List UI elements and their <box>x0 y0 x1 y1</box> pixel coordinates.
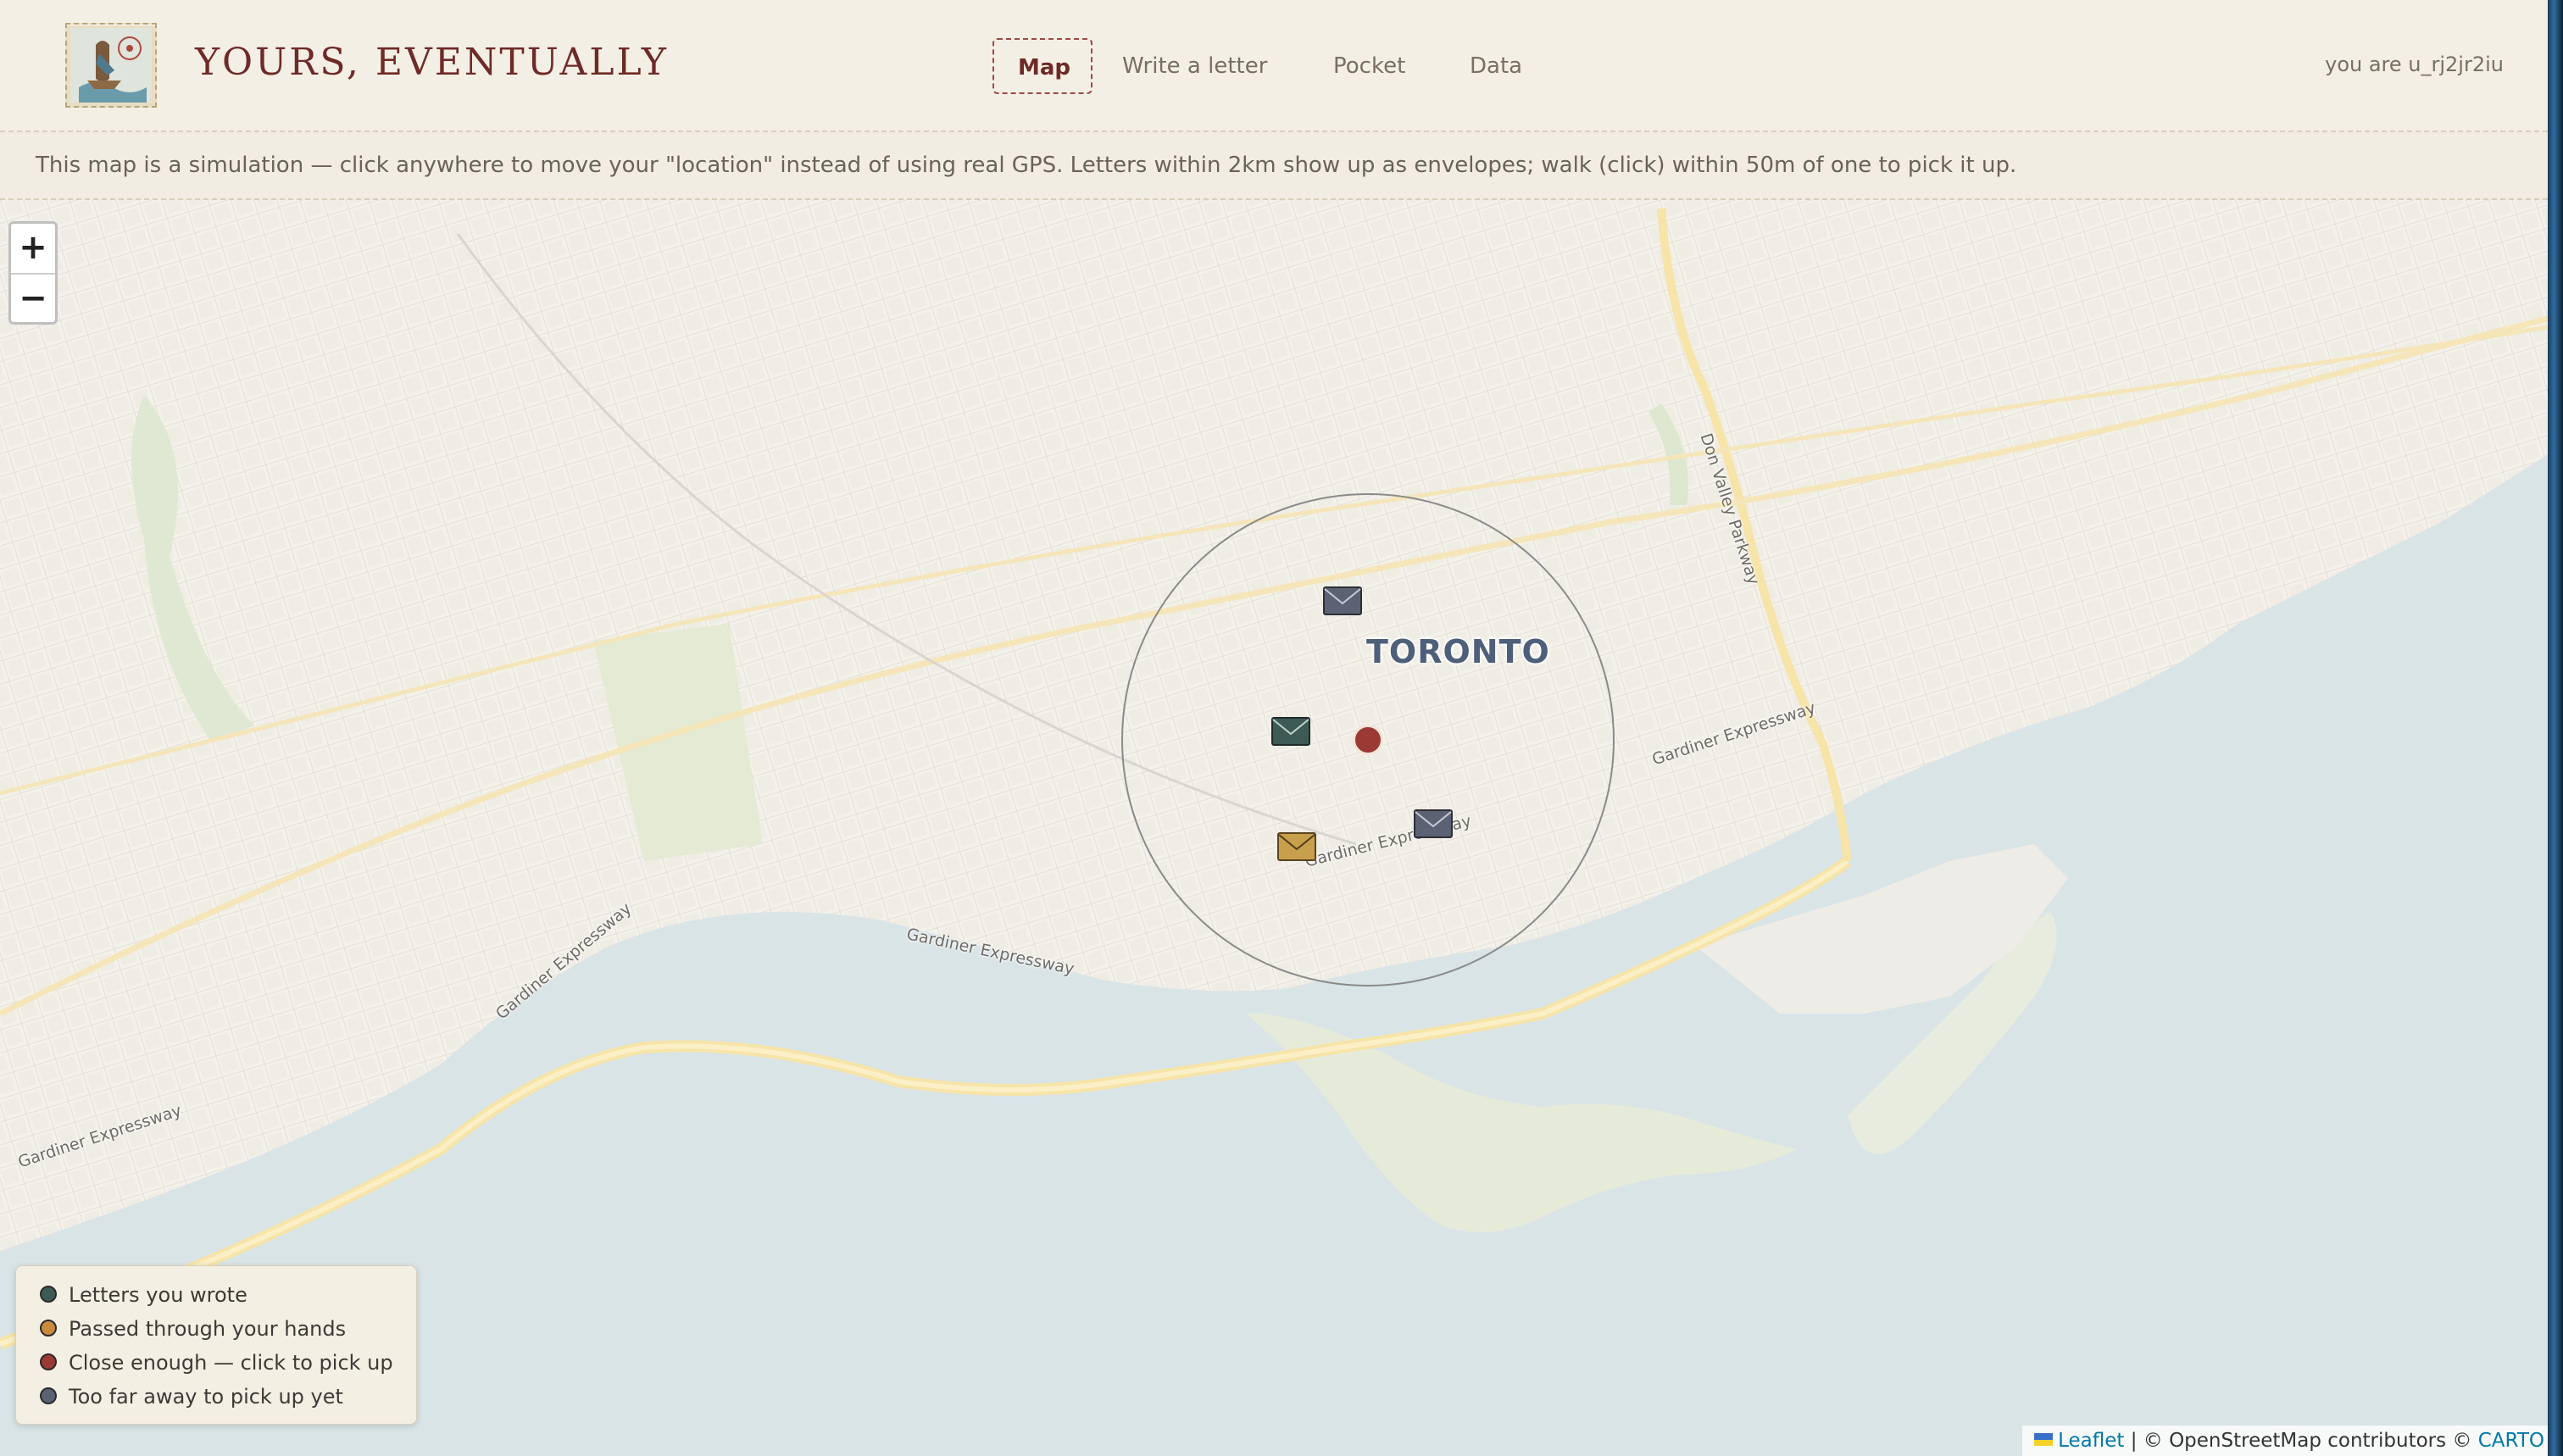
map-attribution: Leaflet | © OpenStreetMap contributors ©… <box>2022 1425 2548 1456</box>
zoom-in-button[interactable]: + <box>11 224 55 275</box>
legend-item-yours: Letters you wrote <box>40 1278 247 1312</box>
legend-dot-icon <box>40 1387 57 1404</box>
legend-item-close-enough: Close enough — click to pick up <box>40 1346 393 1380</box>
nav-tab-write-letter[interactable]: Write a letter <box>1122 38 1267 94</box>
letter-envelope-passed[interactable] <box>1277 832 1316 861</box>
simulation-notice-text: This map is a simulation — click anywher… <box>36 153 2017 178</box>
current-location-marker <box>1353 725 1383 755</box>
legend-label: Passed through your hands <box>69 1317 347 1341</box>
legend-label: Close enough — click to pick up <box>69 1351 393 1375</box>
legend-label: Letters you wrote <box>69 1283 247 1307</box>
letter-envelope-yours[interactable] <box>1271 717 1310 746</box>
attribution-separator: | <box>2130 1430 2138 1452</box>
osm-attribution: © OpenStreetMap contributors © <box>2143 1430 2472 1452</box>
carto-link[interactable]: CARTO <box>2478 1430 2544 1452</box>
letter-envelope-too-far[interactable] <box>1323 586 1362 615</box>
ukraine-flag-icon <box>2034 1433 2054 1446</box>
map-legend: Letters you wrote Passed through your ha… <box>15 1265 417 1425</box>
postage-stamp-logo <box>65 23 157 108</box>
nav-tab-pocket[interactable]: Pocket <box>1333 38 1405 94</box>
legend-item-passed: Passed through your hands <box>40 1312 346 1346</box>
legend-dot-icon <box>40 1286 57 1303</box>
nav-tab-data[interactable]: Data <box>1470 38 1522 94</box>
app-title: YOURS, EVENTUALLY <box>195 41 669 84</box>
zoom-control: + − <box>8 221 58 325</box>
legend-dot-icon <box>40 1320 57 1337</box>
simulation-notice: This map is a simulation — click anywher… <box>0 132 2548 200</box>
zoom-out-button[interactable]: − <box>11 275 55 322</box>
legend-item-too-far: Too far away to pick up yet <box>40 1380 343 1414</box>
desktop-background-edge <box>2548 0 2563 1456</box>
user-identifier: you are u_rj2jr2iu <box>2325 53 2504 76</box>
letter-envelope-too-far[interactable] <box>1414 809 1453 838</box>
city-label: TORONTO <box>1366 633 1550 670</box>
leaflet-link[interactable]: Leaflet <box>2058 1430 2124 1452</box>
top-header: YOURS, EVENTUALLY Map Write a letter Poc… <box>0 0 2548 132</box>
nav-tab-map[interactable]: Map <box>992 38 1092 94</box>
app-window: YOURS, EVENTUALLY Map Write a letter Poc… <box>0 0 2548 1456</box>
legend-label: Too far away to pick up yet <box>69 1385 343 1409</box>
legend-dot-icon <box>40 1353 57 1370</box>
